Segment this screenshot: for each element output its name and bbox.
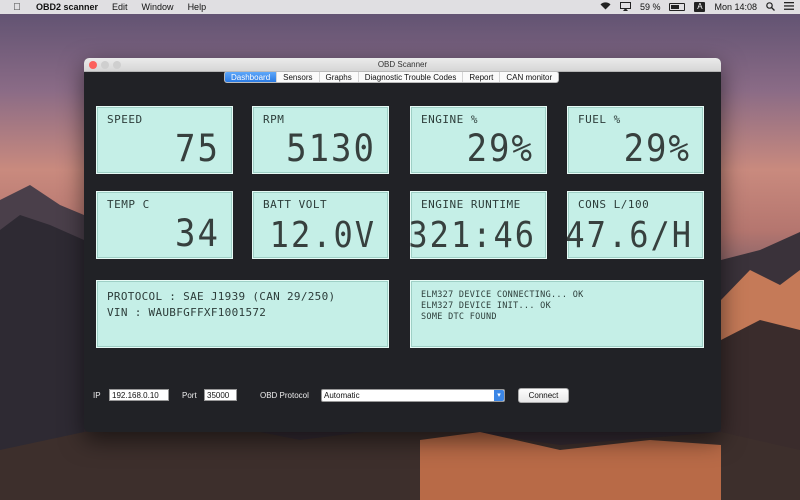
battery-level-fill [671, 5, 679, 9]
tab-diagnostic-trouble-codes[interactable]: Diagnostic Trouble Codes [359, 72, 464, 82]
menu-clock[interactable]: Mon 14:08 [714, 2, 757, 12]
window-titlebar[interactable]: OBD Scanner [84, 58, 721, 72]
notification-center-icon[interactable] [784, 2, 794, 12]
gauge-fuel-label: FUEL % [578, 113, 621, 126]
gauge-temp-label: TEMP C [107, 198, 150, 211]
apple-icon[interactable]:  [10, 2, 24, 13]
tab-report[interactable]: Report [463, 72, 501, 82]
ip-label: IP [93, 391, 101, 400]
device-log-panel: ELM327 DEVICE CONNECTING... OK ELM327 DE… [410, 280, 704, 348]
obd-scanner-window: OBD Scanner Dashboard Sensors Graphs Dia… [84, 58, 721, 432]
menu-app-name[interactable]: OBD2 scanner [36, 2, 98, 12]
port-label: Port [182, 391, 197, 400]
connect-button[interactable]: Connect [518, 388, 569, 403]
airplay-icon[interactable] [619, 1, 631, 13]
tab-bar: Dashboard Sensors Graphs Diagnostic Trou… [224, 71, 560, 83]
log-line: ELM327 DEVICE CONNECTING... OK [421, 290, 584, 300]
log-line: SOME DTC FOUND [421, 312, 497, 322]
obd-protocol-label: OBD Protocol [260, 391, 309, 400]
menu-bar:  OBD2 scanner Edit Window Help 59 % A M… [0, 0, 800, 14]
menu-help[interactable]: Help [188, 2, 207, 12]
gauge-engine-value: 29% [466, 127, 534, 171]
spotlight-search-icon[interactable] [766, 1, 775, 13]
obd-protocol-value: Automatic [324, 391, 360, 400]
gauge-batt-volt: BATT VOLT 12.0V [252, 191, 389, 259]
connection-bar: IP Port OBD Protocol Automatic ▾ Connect [84, 387, 721, 407]
gauge-batt-volt-value: 12.0V [269, 214, 376, 256]
tab-graphs[interactable]: Graphs [320, 72, 359, 82]
obd-protocol-select[interactable]: Automatic ▾ [321, 389, 505, 402]
gauge-rpm-value: 5130 [286, 127, 376, 171]
battery-icon[interactable] [669, 3, 686, 11]
zoom-button[interactable] [113, 61, 121, 69]
tab-can-monitor[interactable]: CAN monitor [500, 72, 558, 82]
input-source-icon[interactable]: A [694, 2, 706, 12]
wifi-icon[interactable] [600, 2, 611, 12]
gauge-speed-value: 75 [175, 127, 220, 171]
window-title: OBD Scanner [377, 60, 428, 69]
gauge-consumption: CONS L/100 47.6/H [565, 191, 704, 259]
battery-percent[interactable]: 59 % [640, 2, 661, 12]
gauge-engine-label: ENGINE % [421, 113, 478, 126]
gauge-temp-value: 34 [175, 212, 220, 256]
gauge-rpm: RPM 5130 [252, 106, 389, 174]
ip-input[interactable] [109, 389, 169, 401]
gauge-speed: SPEED 75 [96, 106, 233, 174]
port-input[interactable] [204, 389, 237, 401]
gauge-temp: TEMP C 34 [96, 191, 233, 259]
menu-window[interactable]: Window [142, 2, 174, 12]
gauge-fuel: FUEL % 29% [567, 106, 704, 174]
gauge-engine-runtime-label: ENGINE RUNTIME [421, 198, 521, 211]
tab-sensors[interactable]: Sensors [277, 72, 320, 82]
gauge-rpm-label: RPM [263, 113, 285, 126]
chevron-down-icon[interactable]: ▾ [494, 390, 504, 401]
close-button[interactable] [89, 61, 97, 69]
gauge-engine: ENGINE % 29% [410, 106, 547, 174]
gauge-speed-label: SPEED [107, 113, 143, 126]
gauge-consumption-value: 47.6/H [565, 214, 693, 256]
menu-edit[interactable]: Edit [112, 2, 128, 12]
tab-dashboard[interactable]: Dashboard [225, 72, 278, 82]
protocol-text: PROTOCOL : SAE J1939 (CAN 29/250) [107, 290, 336, 303]
log-line: ELM327 DEVICE INIT... OK [421, 301, 552, 311]
minimize-button[interactable] [101, 61, 109, 69]
gauge-engine-runtime: ENGINE RUNTIME 321:46 [408, 191, 547, 259]
gauge-fuel-value: 29% [623, 127, 691, 171]
gauge-batt-volt-label: BATT VOLT [263, 198, 328, 211]
vin-text: VIN : WAUBFGFFXF1001572 [107, 306, 267, 319]
gauge-consumption-label: CONS L/100 [578, 198, 650, 211]
gauge-engine-runtime-value: 321:46 [408, 214, 536, 256]
vehicle-info-panel: PROTOCOL : SAE J1939 (CAN 29/250) VIN : … [96, 280, 389, 348]
